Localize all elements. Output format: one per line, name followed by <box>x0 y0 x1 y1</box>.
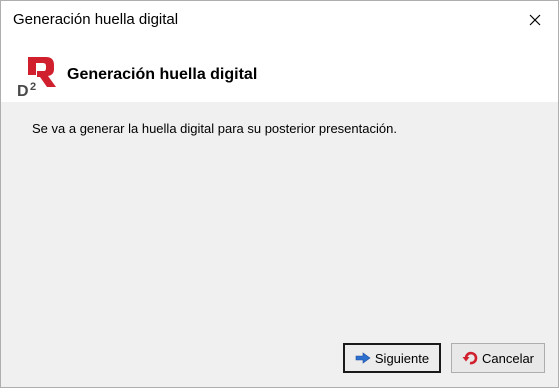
header-panel: D 2 Generación huella digital <box>1 39 558 102</box>
header-title: Generación huella digital <box>67 66 258 83</box>
cancel-button-label: Cancelar <box>481 350 535 366</box>
dialog-window: Generación huella digital D 2 Generación… <box>0 0 559 388</box>
info-message: Se va a generar la huella digital para s… <box>32 121 397 136</box>
next-button[interactable]: Siguiente <box>343 343 441 373</box>
d2-logo-icon: D 2 <box>16 55 58 100</box>
close-icon <box>529 14 541 26</box>
svg-text:D: D <box>17 83 29 97</box>
close-button[interactable] <box>512 1 558 39</box>
cancel-button[interactable]: Cancelar <box>451 343 545 373</box>
next-button-label: Siguiente <box>374 350 430 366</box>
undo-icon <box>462 350 478 366</box>
arrow-right-icon <box>355 352 371 364</box>
svg-text:2: 2 <box>30 81 36 93</box>
window-title: Generación huella digital <box>13 11 179 28</box>
title-bar: Generación huella digital <box>1 1 558 39</box>
